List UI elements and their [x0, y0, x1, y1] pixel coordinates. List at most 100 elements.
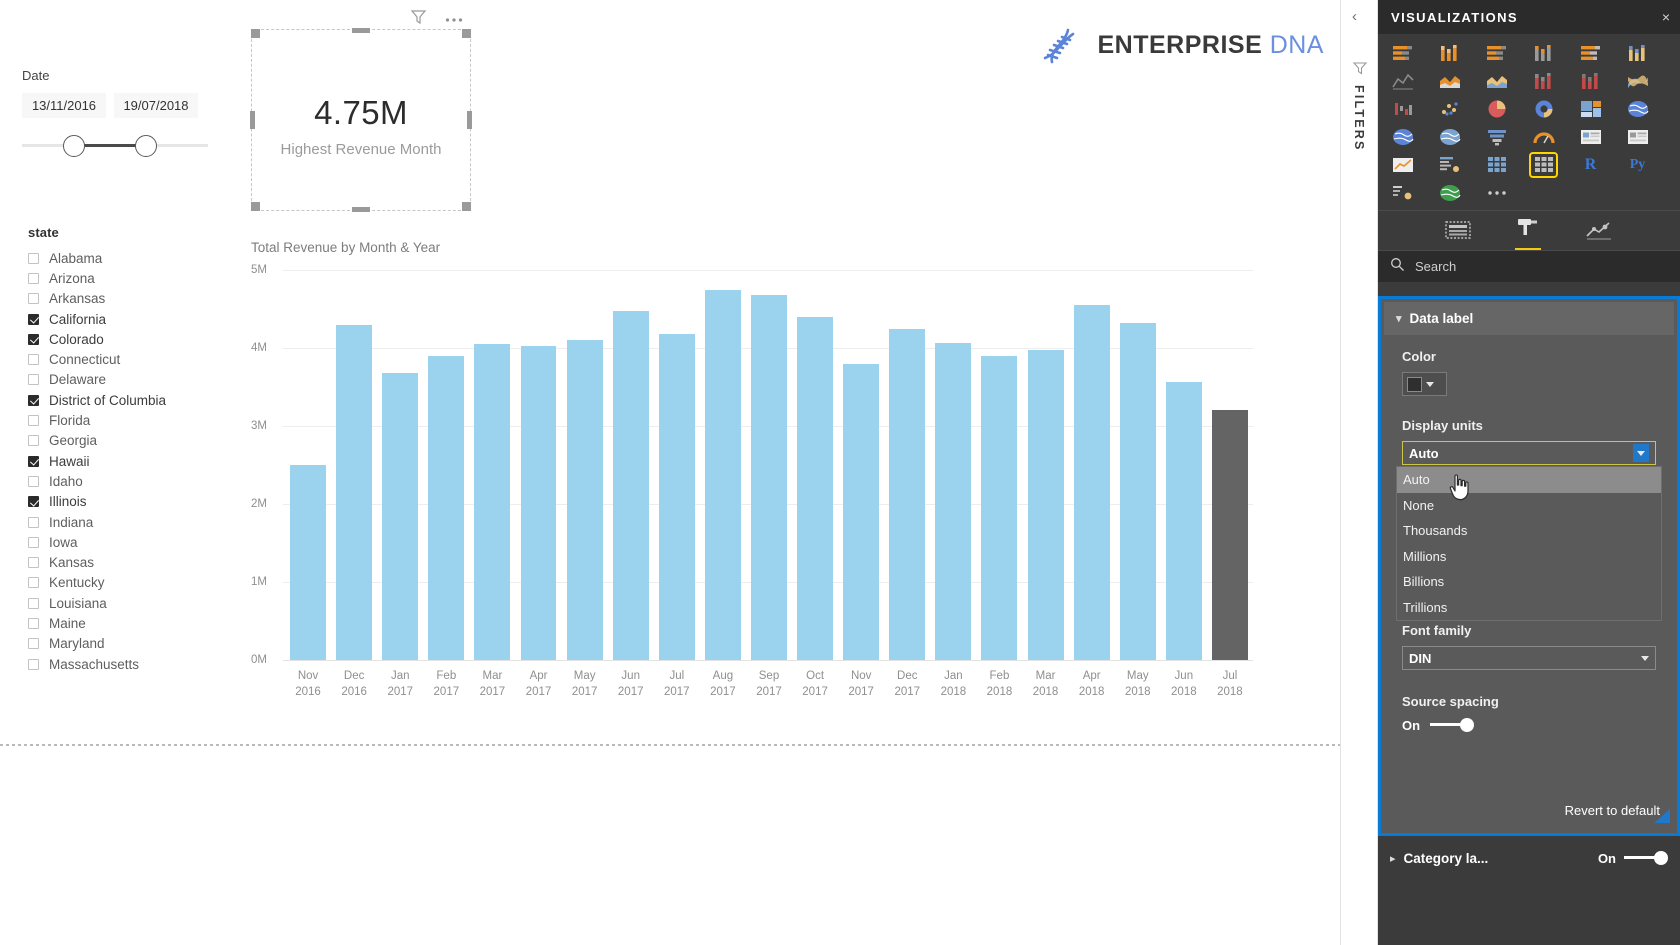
filters-label[interactable]: FILTERS — [1352, 85, 1366, 152]
checkbox-icon[interactable] — [28, 252, 39, 264]
key-influencers-icon[interactable] — [1390, 182, 1415, 204]
resize-handle-bottom-left[interactable] — [251, 202, 260, 211]
checkbox-icon[interactable] — [28, 374, 39, 386]
state-slicer-item[interactable]: Kansas — [28, 552, 238, 572]
ribbon-chart-icon[interactable] — [1625, 70, 1650, 92]
chart-bar-slot[interactable] — [1161, 270, 1207, 660]
state-slicer-item[interactable]: Maryland — [28, 634, 238, 654]
slicer-icon[interactable] — [1437, 154, 1462, 176]
chevron-left-icon[interactable]: ‹ — [1352, 8, 1357, 25]
chart-bar-slot[interactable] — [515, 270, 561, 660]
state-slicer-item[interactable]: Florida — [28, 410, 238, 430]
checkbox-checked-icon[interactable] — [28, 394, 39, 406]
filled-map-icon[interactable] — [1390, 126, 1415, 148]
display-units-option[interactable]: None — [1397, 493, 1661, 519]
chart-bar[interactable] — [428, 355, 465, 660]
format-tab[interactable] — [1515, 216, 1541, 250]
chart-bar[interactable] — [797, 316, 834, 660]
state-slicer-item[interactable]: Massachusetts — [28, 654, 238, 674]
checkbox-icon[interactable] — [28, 475, 39, 487]
state-slicer-item[interactable]: District of Columbia — [28, 390, 238, 410]
chart-bar[interactable] — [843, 364, 880, 660]
resize-handle-bottom-right[interactable] — [462, 202, 471, 211]
multi-row-card-icon[interactable] — [1625, 126, 1650, 148]
state-slicer[interactable]: state Alabama Arizona Arkansas California Co… — [28, 225, 238, 674]
date-start-input[interactable] — [22, 93, 106, 118]
waterfall-chart-icon[interactable] — [1390, 98, 1415, 120]
revenue-bar-chart[interactable]: Total Revenue by Month & Year 0M 1M 2M 3M 4M… — [251, 240, 1261, 720]
slider-handle-start[interactable] — [63, 135, 85, 157]
date-range-slider[interactable] — [22, 128, 208, 162]
checkbox-icon[interactable] — [28, 638, 39, 650]
stacked-area-chart-icon[interactable] — [1484, 70, 1509, 92]
filter-icon[interactable] — [1352, 60, 1368, 81]
matrix-icon[interactable] — [1529, 152, 1558, 178]
more-options-icon[interactable] — [1484, 182, 1509, 204]
visual-type-gallery[interactable]: R Py — [1378, 34, 1680, 210]
format-card-category-labels[interactable]: ▸ Category la... On — [1378, 840, 1680, 876]
resize-handle-top-left[interactable] — [251, 29, 260, 38]
clustered-bar-chart-icon[interactable] — [1484, 42, 1509, 64]
chart-bar[interactable] — [336, 325, 373, 660]
chart-bar-slot[interactable] — [884, 270, 930, 660]
display-units-option[interactable]: Thousands — [1397, 518, 1661, 544]
chart-bar-slot[interactable] — [285, 270, 331, 660]
checkbox-icon[interactable] — [28, 617, 39, 629]
display-units-option[interactable]: Millions — [1397, 544, 1661, 570]
chart-bar[interactable] — [1027, 349, 1064, 660]
checkbox-icon[interactable] — [28, 354, 39, 366]
shape-map-icon[interactable] — [1437, 126, 1462, 148]
scatter-chart-icon[interactable] — [1437, 98, 1462, 120]
chart-bar[interactable] — [566, 340, 603, 660]
source-spacing-toggle[interactable] — [1430, 717, 1475, 733]
card-visual[interactable]: 4.75M Highest Revenue Month — [250, 28, 472, 212]
chart-bar-slot[interactable] — [700, 270, 746, 660]
chart-bar-slot[interactable] — [469, 270, 515, 660]
donut-chart-icon[interactable] — [1531, 98, 1556, 120]
checkbox-checked-icon[interactable] — [28, 313, 39, 325]
resize-handle-bottom[interactable] — [352, 207, 370, 212]
resize-handle-top[interactable] — [352, 28, 370, 33]
chart-bar-slot[interactable] — [976, 270, 1022, 660]
state-slicer-item[interactable]: Colorado — [28, 329, 238, 349]
chart-bar[interactable] — [290, 465, 327, 660]
display-units-option[interactable]: Trillions — [1397, 595, 1661, 621]
chart-bar-slot[interactable] — [1207, 270, 1253, 660]
state-slicer-item[interactable]: Indiana — [28, 512, 238, 532]
checkbox-checked-icon[interactable] — [28, 333, 39, 345]
card-icon[interactable] — [1578, 126, 1603, 148]
filter-icon[interactable] — [410, 8, 427, 29]
chart-bar-slot[interactable] — [608, 270, 654, 660]
line-stacked-column-icon[interactable] — [1531, 70, 1556, 92]
state-slicer-item[interactable]: Illinois — [28, 492, 238, 512]
state-slicer-item[interactable]: Iowa — [28, 532, 238, 552]
chart-bar[interactable] — [612, 311, 649, 660]
area-chart-icon[interactable] — [1437, 70, 1462, 92]
chart-bar[interactable] — [889, 328, 926, 660]
chevron-down-icon[interactable] — [1633, 444, 1649, 462]
chart-bar-slot[interactable] — [792, 270, 838, 660]
pct-stacked-bar-chart-icon[interactable] — [1578, 42, 1603, 64]
checkbox-icon[interactable] — [28, 435, 39, 447]
chart-bar[interactable] — [1073, 305, 1110, 660]
pane-resize-grip[interactable] — [1650, 807, 1672, 828]
arcgis-map-icon[interactable] — [1437, 182, 1462, 204]
checkbox-icon[interactable] — [28, 577, 39, 589]
chart-bar[interactable] — [935, 343, 972, 660]
checkbox-icon[interactable] — [28, 293, 39, 305]
stacked-bar-chart-icon[interactable] — [1390, 42, 1415, 64]
checkbox-icon[interactable] — [28, 516, 39, 528]
resize-handle-right[interactable] — [467, 111, 472, 129]
display-units-option[interactable]: Billions — [1397, 569, 1661, 595]
visualizations-pane[interactable]: VISUALIZATIONS × R Py Search ▾ Data labe… — [1378, 0, 1680, 945]
state-slicer-item[interactable]: Kentucky — [28, 573, 238, 593]
chart-plot-area[interactable]: 0M 1M 2M 3M 4M 5M — [251, 264, 1261, 666]
close-icon[interactable]: × — [1662, 9, 1670, 25]
checkbox-icon[interactable] — [28, 272, 39, 284]
chart-bar[interactable] — [520, 345, 557, 660]
report-canvas[interactable]: Date state Alabama Arizona Arkansas Califor… — [0, 0, 1340, 945]
chart-bar-slot[interactable] — [1023, 270, 1069, 660]
checkbox-icon[interactable] — [28, 536, 39, 548]
display-units-dropdown[interactable]: Auto None Thousands Millions Billions Trillio… — [1396, 466, 1662, 621]
format-card-data-label[interactable]: ▾ Data label Color Display units Auto Au… — [1378, 296, 1680, 836]
